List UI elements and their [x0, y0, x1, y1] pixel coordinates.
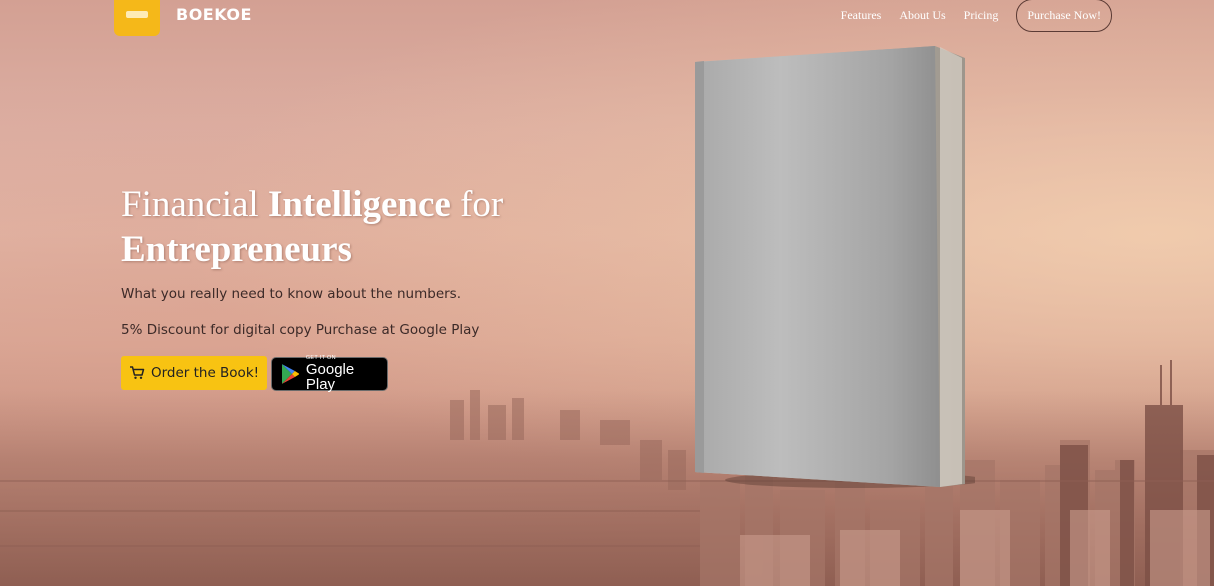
top-nav: Features About Us Pricing Purchase Now!: [841, 0, 1112, 32]
hero-subtitle: What you really need to know about the n…: [121, 286, 462, 302]
google-play-text: GET IT ON Google Play: [305, 355, 387, 394]
headline-bold-2: Entrepreneurs: [121, 229, 352, 270]
headline-bold-1: Intelligence: [267, 184, 451, 225]
city-skyline-image: [0, 360, 1214, 586]
google-play-button[interactable]: GET IT ON Google Play: [271, 355, 388, 394]
hero-headline: Financial Intelligence for Entrepreneurs: [121, 182, 581, 272]
order-book-button[interactable]: Order the Book!: [121, 356, 267, 390]
book-logo-icon[interactable]: [114, 0, 160, 36]
headline-text-2: for: [450, 184, 504, 225]
google-play-label: Google Play: [305, 361, 355, 394]
discount-text: 5% Discount for digital copy Purchase at…: [121, 322, 480, 338]
brand-name[interactable]: BOEKOE: [176, 5, 252, 24]
nav-link-about-us[interactable]: About Us: [899, 8, 945, 23]
nav-link-features[interactable]: Features: [841, 8, 882, 23]
cart-icon: [129, 366, 145, 379]
order-book-label: Order the Book!: [150, 365, 260, 381]
book-mockup-image: [695, 46, 975, 488]
headline-text-1: Financial: [121, 184, 268, 225]
google-play-icon: [281, 364, 300, 384]
purchase-now-button[interactable]: Purchase Now!: [1016, 0, 1112, 32]
nav-link-pricing[interactable]: Pricing: [964, 8, 999, 23]
logo-mark: [126, 10, 148, 18]
